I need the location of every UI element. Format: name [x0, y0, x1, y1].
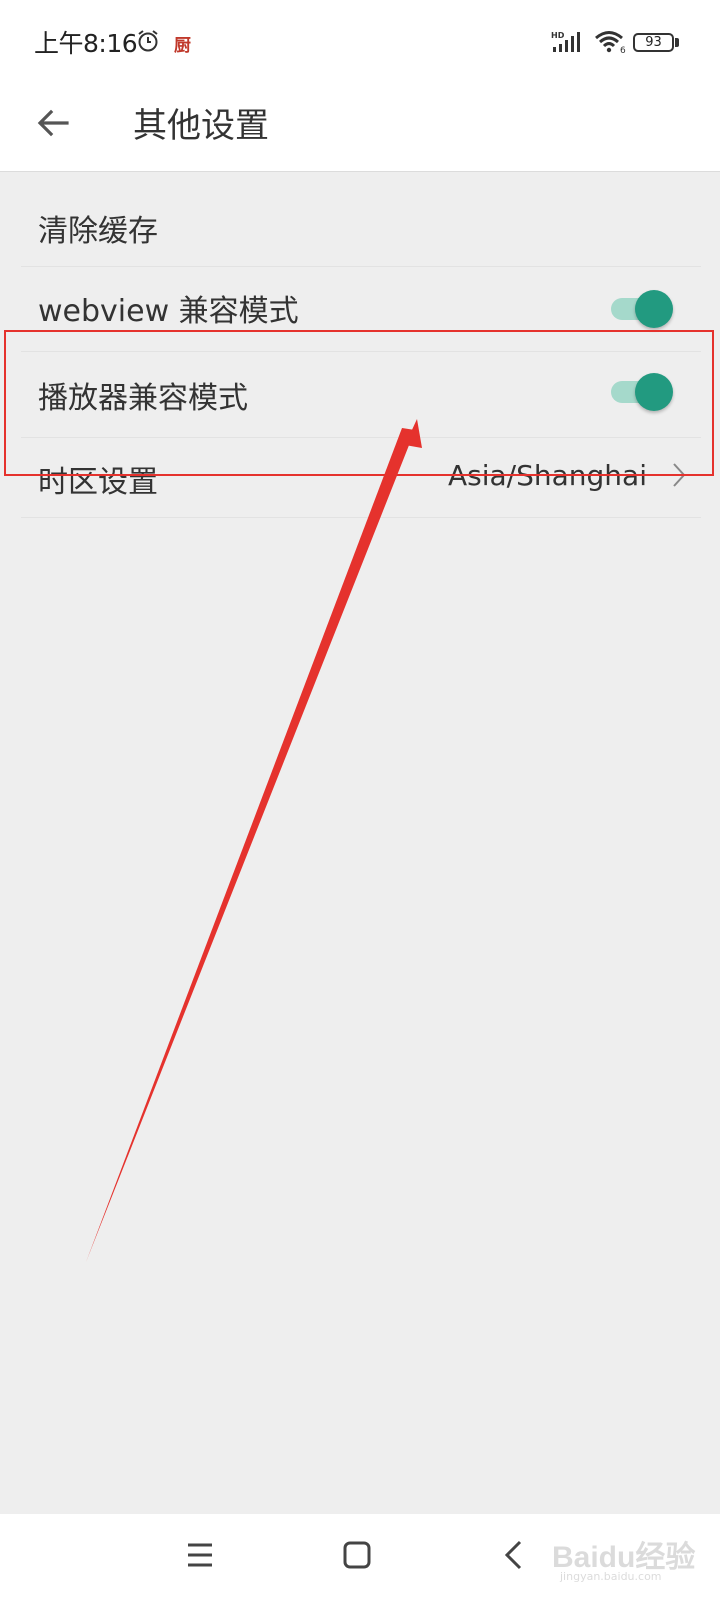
- watermark-url: jingyan.baidu.com: [560, 1570, 662, 1583]
- navigation-bar: Baidu经验 jingyan.baidu.com: [0, 1514, 720, 1600]
- annotation-arrow: [86, 419, 422, 1262]
- back-icon[interactable]: [503, 1539, 523, 1575]
- menu-icon[interactable]: [186, 1542, 214, 1572]
- home-icon[interactable]: [343, 1541, 371, 1573]
- baidu-jingyan-watermark: Baidu经验 jingyan.baidu.com: [552, 1528, 702, 1588]
